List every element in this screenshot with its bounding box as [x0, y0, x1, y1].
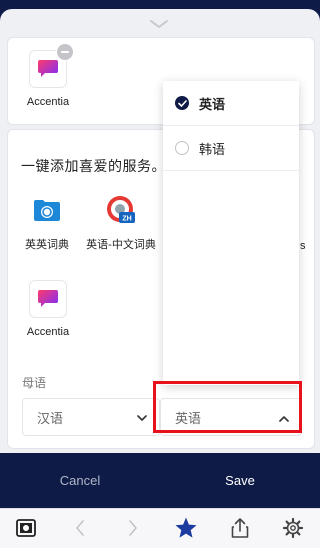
native-language-select[interactable]: 汉语	[22, 398, 160, 436]
app-accentia-added[interactable]: Accentia	[8, 43, 88, 108]
highlight-box	[153, 381, 302, 433]
accentia-icon	[29, 43, 74, 88]
services-heading: 一键添加喜爱的服务。	[21, 158, 166, 174]
dropdown-option-english[interactable]: 英语	[163, 81, 299, 125]
option-label: 韩语	[199, 141, 226, 157]
en-zh-dictionary-icon: ZH	[103, 192, 139, 228]
folder-dictionary-icon	[29, 192, 65, 228]
save-button[interactable]: Save	[160, 453, 320, 508]
divider	[163, 170, 299, 171]
app-accentia[interactable]: Accentia	[8, 280, 88, 338]
action-bar: Cancel Save	[0, 453, 320, 508]
unchecked-radio-icon	[175, 141, 189, 155]
accentia-icon	[29, 280, 67, 318]
chevron-down-icon	[137, 410, 147, 425]
back-icon[interactable]	[67, 515, 93, 541]
overflow-app-label: s	[300, 240, 306, 252]
native-language-label: 母语	[22, 376, 47, 390]
svg-text:ZH: ZH	[122, 216, 131, 223]
option-label: 英语	[199, 96, 226, 112]
remove-icon[interactable]	[56, 43, 74, 61]
language-dropdown: 英语 韩语	[163, 81, 299, 385]
app-name: 英语-中文词典	[86, 239, 156, 251]
dropdown-option-korean[interactable]: 韩语	[163, 126, 299, 170]
bottom-toolbar	[0, 508, 320, 548]
settings-icon[interactable]	[280, 515, 306, 541]
collapse-chevron-icon[interactable]	[148, 17, 170, 29]
checked-radio-icon	[175, 96, 189, 110]
capture-icon[interactable]	[13, 515, 39, 541]
select-value: 汉语	[37, 410, 64, 426]
app-english-dictionary[interactable]: 英英词典	[7, 192, 87, 252]
app-name: 英英词典	[25, 239, 69, 251]
app-english-chinese-dictionary[interactable]: ZH 英语-中文词典	[81, 192, 161, 252]
star-icon[interactable]	[173, 515, 199, 541]
cancel-button[interactable]: Cancel	[0, 453, 160, 508]
share-icon[interactable]	[227, 515, 253, 541]
app-name: Accentia	[26, 96, 70, 108]
app-name: Accentia	[26, 326, 70, 338]
forward-icon[interactable]	[120, 515, 146, 541]
